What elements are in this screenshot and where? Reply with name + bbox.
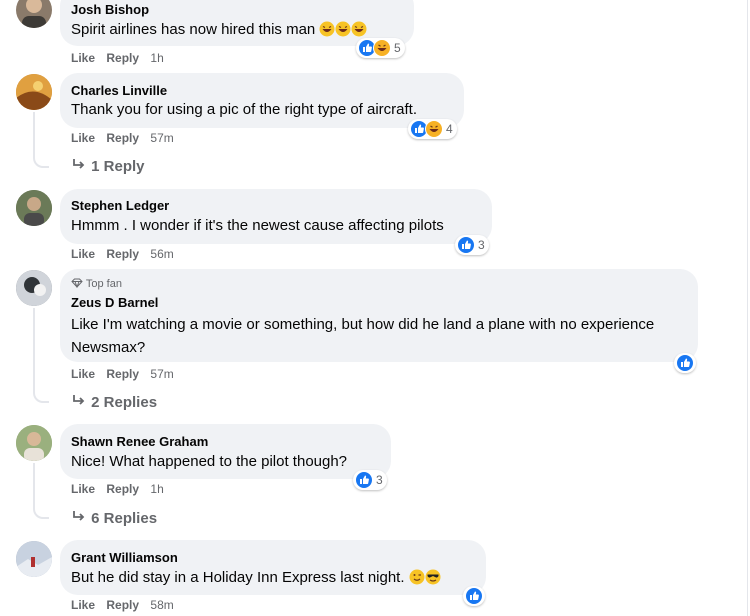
view-replies-label: 2 Replies [91, 394, 158, 411]
thread-line [33, 308, 35, 388]
reply-button[interactable]: Reply [106, 482, 139, 496]
reaction-count: 4 [446, 122, 453, 136]
thread-line [33, 463, 35, 505]
view-replies-button[interactable]: 1 Reply [71, 158, 145, 175]
laughing-emoji-icon [319, 21, 335, 38]
comment-author[interactable]: Grant Williamson [71, 550, 178, 565]
reaction-summary[interactable] [674, 353, 696, 373]
comment-text: Nice! What happened to the pilot though? [71, 453, 348, 470]
winking-emoji-icon [409, 569, 425, 586]
comment-text: Like I'm watching a movie or something, … [71, 316, 655, 356]
reaction-summary[interactable]: 4 [408, 119, 457, 139]
reaction-summary[interactable]: 5 [356, 38, 405, 58]
like-button[interactable]: Like [71, 598, 95, 612]
reply-button[interactable]: Reply [106, 247, 139, 261]
like-icon [465, 587, 483, 605]
thread-line [33, 112, 35, 154]
view-replies-button[interactable]: 2 Replies [71, 394, 157, 411]
comment-text-content: But he did stay in a Holiday Inn Express… [71, 569, 405, 586]
reaction-count: 3 [478, 238, 485, 252]
comment-author[interactable]: Shawn Renee Graham [71, 434, 208, 449]
timestamp[interactable]: 57m [150, 131, 173, 145]
comment-actions: Like Reply 56m [71, 247, 182, 261]
like-icon [355, 471, 373, 489]
comment-text-content: Spirit airlines has now hired this man [71, 21, 316, 38]
timestamp[interactable]: 58m [150, 598, 173, 612]
comment-actions: Like Reply 1h [71, 51, 172, 65]
laughing-emoji-icon [335, 21, 351, 38]
reply-arrow-icon [71, 510, 87, 527]
laughing-emoji-icon [351, 21, 367, 38]
reply-button[interactable]: Reply [106, 598, 139, 612]
comment-text: Spirit airlines has now hired this man [71, 18, 367, 41]
thread-connector [33, 152, 49, 168]
comment-actions: Like Reply 1h [71, 482, 172, 496]
avatar[interactable] [16, 270, 52, 306]
like-button[interactable]: Like [71, 51, 95, 65]
timestamp[interactable]: 57m [150, 367, 173, 381]
comment-actions: Like Reply 58m [71, 598, 182, 612]
comment-text: But he did stay in a Holiday Inn Express… [71, 566, 441, 589]
haha-icon [373, 39, 391, 57]
like-button[interactable]: Like [71, 131, 95, 145]
reply-button[interactable]: Reply [106, 367, 139, 381]
badge-label: Top fan [85, 278, 122, 290]
comment-actions: Like Reply 57m [71, 367, 182, 381]
comment-text: Hmmm . I wonder if it's the newest cause… [71, 217, 444, 234]
timestamp[interactable]: 1h [150, 51, 163, 65]
like-icon [457, 236, 475, 254]
right-divider [747, 0, 748, 616]
avatar[interactable] [16, 425, 52, 461]
comment-author[interactable]: Zeus D Barnel [71, 295, 158, 310]
sunglasses-emoji-icon [425, 569, 441, 586]
thread-connector [33, 503, 49, 519]
reaction-summary[interactable] [463, 586, 485, 606]
like-button[interactable]: Like [71, 482, 95, 496]
like-button[interactable]: Like [71, 367, 95, 381]
reaction-summary[interactable]: 3 [353, 470, 387, 490]
reply-button[interactable]: Reply [106, 131, 139, 145]
timestamp[interactable]: 1h [150, 482, 163, 496]
reply-arrow-icon [71, 158, 87, 175]
like-button[interactable]: Like [71, 247, 95, 261]
reaction-count: 3 [376, 473, 383, 487]
comment-author[interactable]: Josh Bishop [71, 2, 149, 17]
avatar[interactable] [16, 190, 52, 226]
haha-icon [425, 120, 443, 138]
thread-connector [33, 387, 49, 403]
comment-text: Thank you for using a pic of the right t… [71, 101, 418, 118]
top-fan-badge: Top fan [71, 278, 122, 290]
avatar[interactable] [16, 0, 52, 28]
comment-author[interactable]: Stephen Ledger [71, 198, 169, 213]
reply-button[interactable]: Reply [106, 51, 139, 65]
view-replies-button[interactable]: 6 Replies [71, 510, 157, 527]
avatar[interactable] [16, 541, 52, 577]
reply-arrow-icon [71, 394, 87, 411]
view-replies-label: 1 Reply [91, 158, 145, 175]
comment-author[interactable]: Charles Linville [71, 83, 167, 98]
reaction-summary[interactable]: 3 [455, 235, 489, 255]
avatar[interactable] [16, 74, 52, 110]
diamond-icon [71, 278, 83, 290]
reaction-count: 5 [394, 41, 401, 55]
view-replies-label: 6 Replies [91, 510, 158, 527]
like-icon [676, 354, 694, 372]
timestamp[interactable]: 56m [150, 247, 173, 261]
comment-actions: Like Reply 57m [71, 131, 182, 145]
